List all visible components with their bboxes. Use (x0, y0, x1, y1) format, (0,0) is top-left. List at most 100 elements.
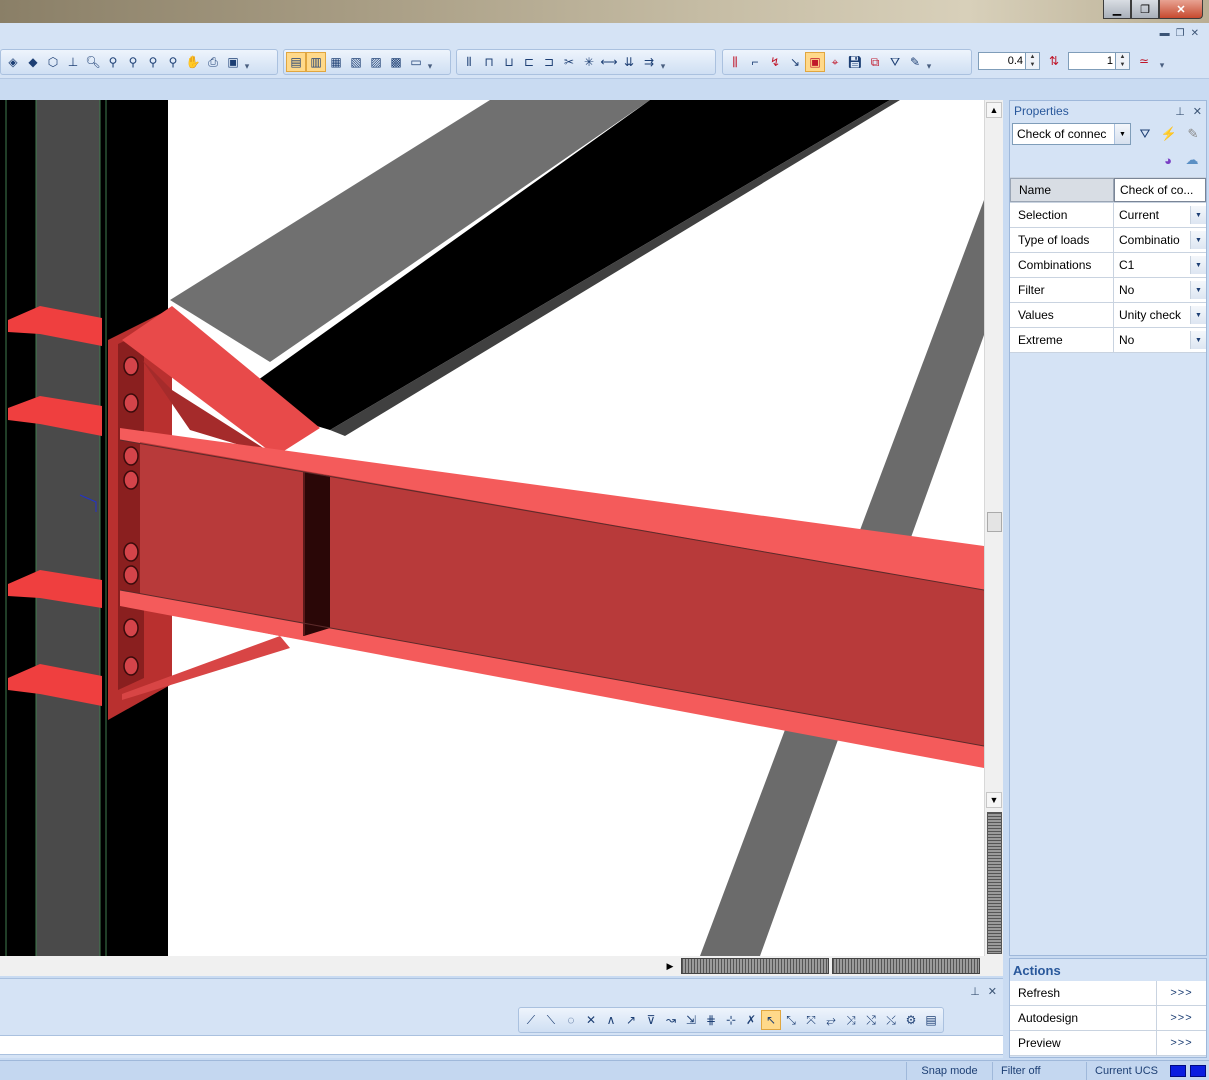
toolbar-grip-icon[interactable]: ▾ (925, 52, 933, 72)
chevron-down-icon[interactable]: ▼ (1190, 306, 1206, 324)
vertical-split-handle[interactable] (987, 812, 1002, 954)
zoom-factor-input[interactable]: 0.4 (978, 52, 1026, 70)
snap-center-icon[interactable]: ⤧ (801, 1010, 821, 1030)
column-icon[interactable]: ⫴ (459, 52, 479, 72)
connection-check-icon[interactable]: ▣ (805, 52, 825, 72)
command-line-input[interactable] (0, 1035, 1003, 1055)
grid-icon[interactable]: ⋕ (701, 1010, 721, 1030)
selection-filter-combo[interactable]: Check of connec ▼ (1012, 123, 1131, 145)
snap-line-icon[interactable]: ⟋ (521, 1010, 541, 1030)
zoom-all-icon[interactable]: ⚲ (143, 52, 163, 72)
properties-icon[interactable]: ⧉ (865, 52, 885, 72)
toolbar-grip-icon[interactable]: ▾ (426, 52, 434, 72)
hinge-icon[interactable]: ⊐ (539, 52, 559, 72)
property-row-type-of-loads[interactable]: Type of loads Combinatio ▼ (1010, 228, 1206, 253)
wireframe-icon[interactable]: ⬡ (43, 52, 63, 72)
save-icon[interactable]: 💾︎ (845, 52, 865, 72)
cut-icon[interactable]: ✂ (559, 52, 579, 72)
property-row-values[interactable]: Values Unity check ▼ (1010, 303, 1206, 328)
vertical-scrollbar[interactable]: ▲ ▼ (984, 100, 1003, 956)
print-icon[interactable]: ⎙ (203, 52, 223, 72)
zoom-factor-spinner[interactable]: ▲ ▼ (1026, 52, 1040, 70)
minimize-button[interactable]: ▁ (1103, 0, 1131, 19)
snap-table-icon[interactable]: ▤ (921, 1010, 941, 1030)
scroll-right-icon[interactable]: ▶ (662, 957, 678, 975)
support-icon[interactable]: ⊏ (519, 52, 539, 72)
snap-mode-status[interactable]: Snap mode (906, 1062, 992, 1080)
property-row-name[interactable]: Name Check of co... (1010, 178, 1206, 203)
ucs-status[interactable]: Current UCS (1086, 1062, 1166, 1080)
property-value-cell[interactable]: C1 ▼ (1114, 253, 1206, 277)
ortho-icon[interactable]: ⊹ (721, 1010, 741, 1030)
snap-perp-icon[interactable]: ⊽ (641, 1010, 661, 1030)
maximize-button[interactable]: ❐ (1131, 0, 1159, 19)
load-icon[interactable]: ⇊ (619, 52, 639, 72)
pin-icon[interactable]: ⊥ (1175, 105, 1185, 118)
mdi-restore-icon[interactable]: ❐ (1176, 28, 1185, 39)
action-run-button[interactable]: >>> (1156, 981, 1206, 1005)
snap-arc-icon[interactable]: ◌ (561, 1010, 581, 1030)
pane-close-icon[interactable]: ✕ (988, 985, 997, 998)
property-value-cell[interactable]: No ▼ (1114, 278, 1206, 302)
filter-icon[interactable]: ⛛ (885, 52, 905, 72)
step-input[interactable]: 1 (1068, 52, 1116, 70)
snap-angle-icon[interactable]: ∧ (601, 1010, 621, 1030)
chevron-down-icon[interactable]: ▼ (1114, 124, 1130, 144)
deformation-icon[interactable]: ≃ (1134, 51, 1154, 71)
property-value-cell[interactable]: No ▼ (1114, 328, 1206, 352)
load-case-icon[interactable]: ⇉ (639, 52, 659, 72)
dimension-icon[interactable]: ⟷ (599, 52, 619, 72)
select-filter-icon[interactable]: ⛛ (1135, 124, 1155, 144)
scale-icon[interactable]: ⇅ (1044, 51, 1064, 71)
frame-left-icon[interactable]: ▧ (346, 52, 366, 72)
horizontal-split-handle[interactable] (681, 958, 829, 974)
snap-near-icon[interactable]: ↝ (661, 1010, 681, 1030)
frame-view-icon[interactable]: ▤ (286, 52, 306, 72)
edit-filter-icon[interactable]: ✎ (905, 52, 925, 72)
scroll-thumb[interactable] (987, 512, 1002, 532)
frame-edit-icon[interactable]: ▦ (326, 52, 346, 72)
render-icon[interactable]: ◆ (23, 52, 43, 72)
mdi-close-icon[interactable]: ✕ (1191, 28, 1199, 39)
horizontal-split-handle[interactable] (832, 958, 980, 974)
model-viewport[interactable] (0, 100, 984, 956)
target-icon[interactable]: ⌖ (825, 52, 845, 72)
snapshot-icon[interactable]: ▣ (223, 52, 243, 72)
chevron-down-icon[interactable]: ▼ (1190, 231, 1206, 249)
property-value-cell[interactable]: Combinatio ▼ (1114, 228, 1206, 252)
snap-cross-icon[interactable]: ✕ (581, 1010, 601, 1030)
property-value-cell[interactable]: Unity check ▼ (1114, 303, 1206, 327)
snap-select-icon[interactable]: ⇲ (681, 1010, 701, 1030)
snap-tangent-icon[interactable]: ↗ (621, 1010, 641, 1030)
filter-status[interactable]: Filter off (992, 1062, 1086, 1080)
quick-filter-icon[interactable]: ⚡ (1159, 124, 1179, 144)
toolbar-grip-icon[interactable]: ▾ (1158, 51, 1166, 71)
property-value[interactable]: Check of co... (1114, 178, 1206, 202)
property-row-selection[interactable]: Selection Current ▼ (1010, 203, 1206, 228)
frame-plan-icon[interactable]: ▭ (406, 52, 426, 72)
connection-icon[interactable]: ⫼ (725, 52, 745, 72)
action-run-button[interactable]: >>> (1156, 1031, 1206, 1055)
toolbar-grip-icon[interactable]: ▾ (243, 52, 251, 72)
snap-quadrant-icon[interactable]: ⥂ (821, 1010, 841, 1030)
zoom-window-icon[interactable]: ⚲ (123, 52, 143, 72)
node-icon[interactable]: ⌐ (745, 52, 765, 72)
member-icon[interactable]: ⊔ (499, 52, 519, 72)
scroll-down-icon[interactable]: ▼ (986, 792, 1002, 808)
property-row-combinations[interactable]: Combinations C1 ▼ (1010, 253, 1206, 278)
unity-check-icon[interactable]: ↘ (785, 52, 805, 72)
render-preview-icon[interactable]: ☁ (1182, 150, 1202, 170)
action-run-button[interactable]: >>> (1156, 1006, 1206, 1030)
snap-end-icon[interactable]: ⟍ (541, 1010, 561, 1030)
zoom-in-icon[interactable]: 🔍︎ (83, 52, 103, 72)
close-button[interactable]: ✕ (1159, 0, 1203, 19)
frame-filled-icon[interactable]: ▥ (306, 52, 326, 72)
horizontal-scrollbar[interactable]: ▶ (0, 956, 1003, 976)
snap-point-icon[interactable]: ⤨ (841, 1010, 861, 1030)
snap-settings-icon[interactable]: ⚙ (901, 1010, 921, 1030)
zoom-out-icon[interactable]: ⚲ (103, 52, 123, 72)
edit-pencil-icon[interactable]: ✎ (1183, 124, 1203, 144)
zoom-previous-icon[interactable]: ⚲ (163, 52, 183, 72)
color-wheel-icon[interactable]: ◕ (1158, 150, 1178, 170)
beam-icon[interactable]: ⊓ (479, 52, 499, 72)
